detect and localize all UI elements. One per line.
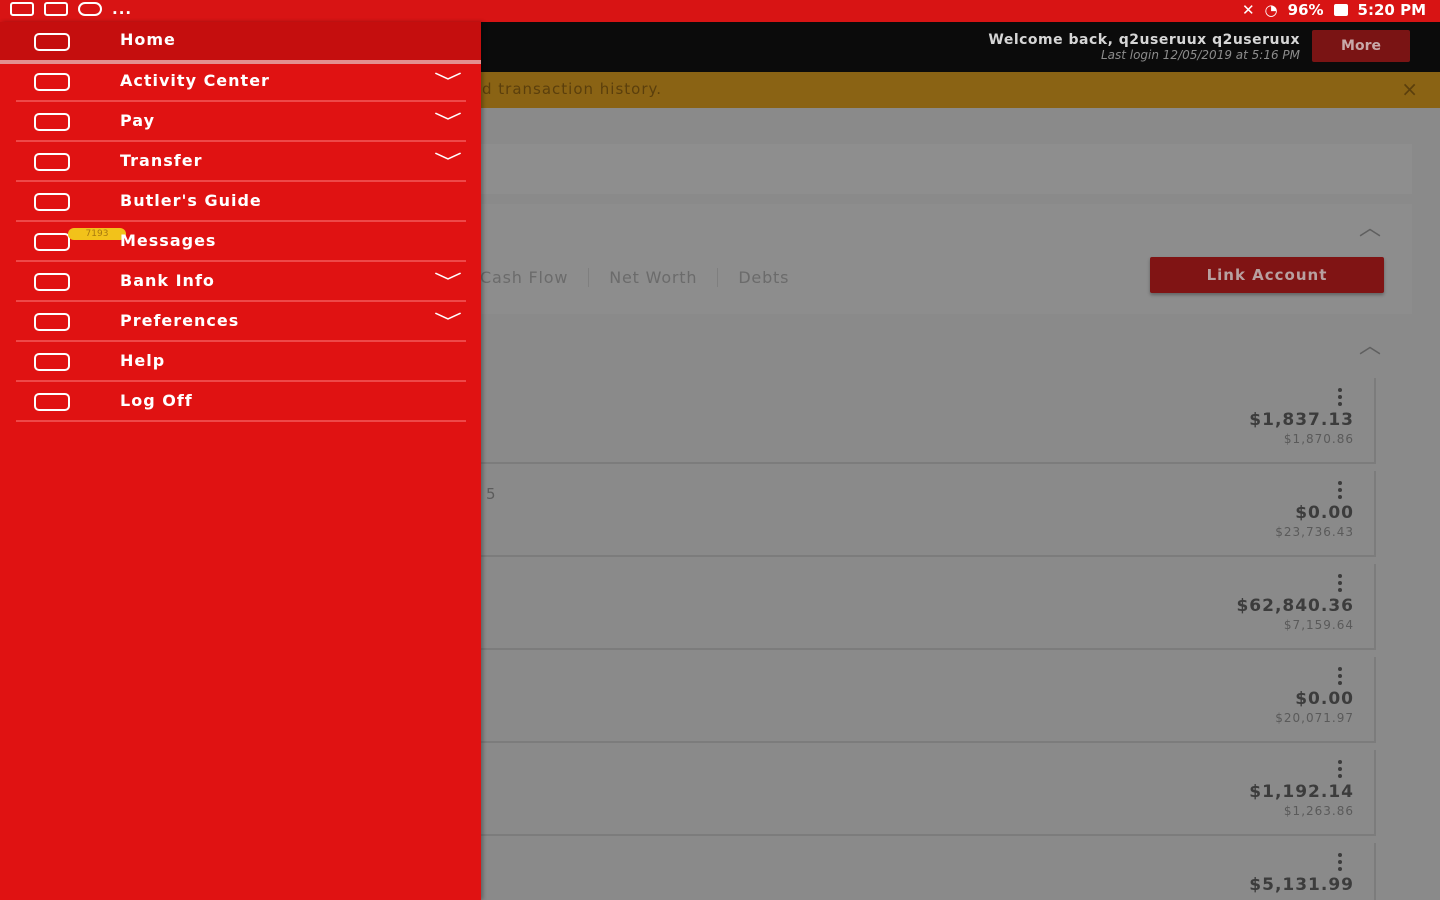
nav-item-label: Pay (120, 111, 156, 130)
nav-item-transfer[interactable]: Transfer ﹀ (16, 142, 466, 182)
account-available: $20,071.97 (1275, 711, 1354, 725)
transfer-icon (34, 153, 70, 171)
nav-item-butlers-guide[interactable]: Butler's Guide (16, 182, 466, 222)
nav-item-label: Help (120, 351, 166, 370)
account-available: $7,159.64 (1283, 618, 1354, 632)
nav-item-label: Preferences (120, 311, 240, 330)
nav-item-label: Log Off (120, 391, 193, 410)
tab-debts[interactable]: Debts (718, 268, 809, 287)
overview-tabs: Cash Flow Net Worth Debts (480, 262, 809, 292)
chevron-down-icon[interactable]: ﹀ (434, 106, 462, 135)
status-bar: ... ✕ ◔ 96% 5:20 PM (0, 0, 1440, 22)
account-card[interactable]: $1,192.14 $1,263.86 (480, 750, 1376, 836)
messages-icon (34, 233, 70, 251)
chevron-down-icon[interactable]: ﹀ (434, 306, 462, 335)
chevron-down-icon[interactable]: ﹀ (434, 66, 462, 95)
status-bar-left: ... (10, 0, 133, 18)
account-balance: $5,131.99 (1249, 875, 1354, 895)
guide-icon (34, 193, 70, 211)
account-balance: $62,840.36 (1236, 596, 1354, 616)
more-button[interactable]: More (1312, 30, 1410, 62)
notification-banner: d transaction history. × (480, 72, 1440, 108)
chevron-up-icon[interactable]: ︿ (1350, 328, 1390, 359)
gear-icon (34, 313, 70, 331)
chevron-down-icon[interactable]: ﹀ (434, 146, 462, 175)
account-available: $1,870.86 (1283, 432, 1354, 446)
nav-item-bank-info[interactable]: Bank Info ﹀ (16, 262, 466, 302)
nav-item-pay[interactable]: Pay ﹀ (16, 102, 466, 142)
account-card[interactable]: $62,840.36 $7,159.64 (480, 564, 1376, 650)
nav-item-home[interactable]: Home (0, 22, 481, 64)
last-login-text: Last login 12/05/2019 at 5:16 PM (1100, 48, 1300, 62)
account-balance: $0.00 (1295, 503, 1354, 523)
account-name-fragment: 5 (486, 485, 496, 503)
nav-item-label: Transfer (120, 151, 203, 170)
nav-item-label: Bank Info (120, 271, 215, 290)
nav-item-activity-center[interactable]: Activity Center ﹀ (16, 62, 466, 102)
nav-item-label: Butler's Guide (120, 191, 262, 210)
tab-net-worth[interactable]: Net Worth (589, 267, 719, 287)
activity-icon (34, 73, 70, 91)
welcome-text: Welcome back, q2useruux q2useruux (988, 32, 1300, 48)
status-bar-right: ✕ ◔ 96% 5:20 PM (1242, 1, 1426, 19)
account-card[interactable]: $0.00 $20,071.97 (480, 657, 1376, 743)
battery-icon (1333, 4, 1348, 16)
bank-icon (34, 273, 70, 291)
nav-item-label: Messages (120, 231, 217, 250)
battery-percent: 96% (1287, 1, 1324, 19)
lock-icon (34, 393, 70, 411)
notification-icon (10, 2, 34, 16)
search-strip (480, 144, 1412, 194)
kebab-menu-icon[interactable] (1338, 574, 1342, 595)
home-icon (34, 33, 70, 51)
nav-item-label: Home (120, 30, 176, 49)
clock: 5:20 PM (1357, 1, 1426, 19)
nav-item-help[interactable]: Help (16, 342, 466, 382)
nav-item-messages[interactable]: 7193 Messages (16, 222, 466, 262)
tab-cash-flow[interactable]: Cash Flow (480, 267, 590, 287)
link-account-button[interactable]: Link Account (1150, 257, 1384, 293)
navigation-drawer: Home Activity Center ﹀ Pay ﹀ Transfer ﹀ … (0, 22, 481, 900)
chevron-down-icon[interactable]: ﹀ (434, 266, 462, 295)
account-balance: $1,192.14 (1249, 782, 1354, 802)
voicemail-icon (78, 2, 102, 16)
kebab-menu-icon[interactable] (1338, 481, 1342, 502)
welcome-block: Welcome back, q2useruux q2useruux Last l… (988, 32, 1300, 62)
account-balance: $0.00 (1295, 689, 1354, 709)
banner-text: d transaction history. (482, 80, 663, 98)
nav-item-label: Activity Center (120, 71, 270, 90)
messages-badge: 7193 (68, 228, 126, 240)
kebab-menu-icon[interactable] (1338, 667, 1342, 688)
more-notifications-icon: ... (112, 0, 133, 18)
nav-item-log-off[interactable]: Log Off (16, 382, 466, 422)
help-icon (34, 353, 70, 371)
pay-icon (34, 113, 70, 131)
nav-item-preferences[interactable]: Preferences ﹀ (16, 302, 466, 342)
app-header: Welcome back, q2useruux q2useruux Last l… (480, 22, 1440, 72)
kebab-menu-icon[interactable] (1338, 853, 1342, 874)
kebab-menu-icon[interactable] (1338, 760, 1342, 781)
account-available: $1,263.86 (1283, 804, 1354, 818)
mute-icon: ✕ (1241, 1, 1255, 19)
account-card[interactable]: $5,131.99 (480, 843, 1376, 900)
wifi-icon: ◔ (1264, 1, 1278, 19)
account-balance: $1,837.13 (1249, 410, 1354, 430)
account-available: $23,736.43 (1275, 525, 1354, 539)
account-card[interactable]: $1,837.13 $1,870.86 (480, 378, 1376, 464)
close-icon[interactable]: × (1401, 77, 1418, 101)
account-card[interactable]: 5 $0.00 $23,736.43 (480, 471, 1376, 557)
kebab-menu-icon[interactable] (1338, 388, 1342, 409)
chevron-up-icon[interactable]: ︿ (1350, 210, 1390, 241)
notification-icon (44, 2, 68, 16)
